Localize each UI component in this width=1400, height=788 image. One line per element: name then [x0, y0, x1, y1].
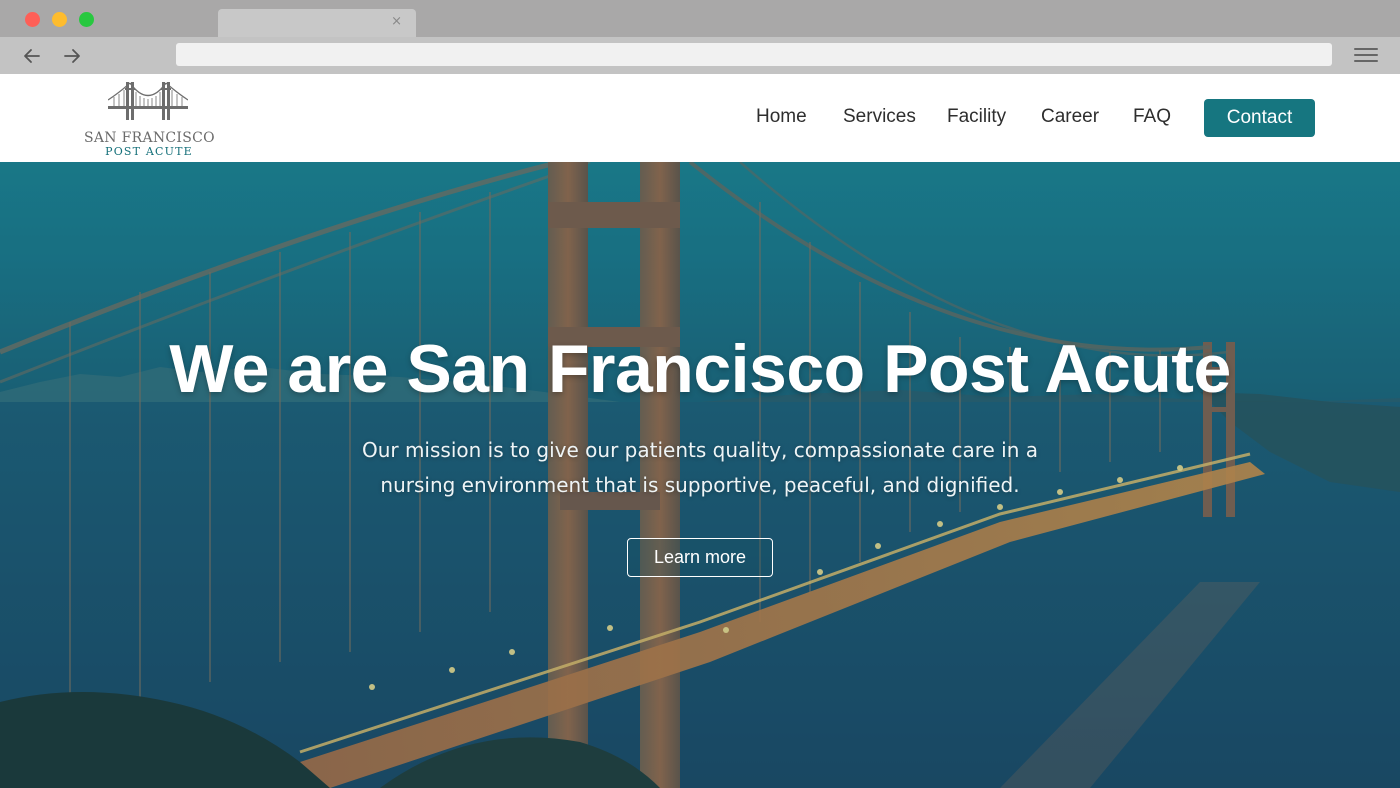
tab-strip: ×: [0, 0, 1400, 37]
nav-faq-link[interactable]: FAQ: [1133, 106, 1171, 128]
maximize-window-button[interactable]: [79, 12, 94, 27]
learn-more-button[interactable]: Learn more: [627, 538, 773, 577]
hamburger-menu-icon[interactable]: [1354, 46, 1378, 64]
site-header: SAN FRANCISCO POST ACUTE Home Services F…: [0, 74, 1400, 162]
hero-mission-text: Our mission is to give our patients qual…: [330, 433, 1070, 503]
hero-title: We are San Francisco Post Acute: [169, 331, 1231, 407]
tab-close-icon[interactable]: ×: [391, 14, 402, 30]
browser-tab[interactable]: ×: [218, 9, 416, 37]
hero-section: We are San Francisco Post Acute Our miss…: [0, 162, 1400, 788]
mission-line-1: Our mission is to give our patients qual…: [361, 438, 1039, 462]
nav-services-link[interactable]: Services: [843, 106, 916, 128]
nav-career-link[interactable]: Career: [1041, 106, 1099, 128]
close-window-button[interactable]: [25, 12, 40, 27]
minimize-window-button[interactable]: [52, 12, 67, 27]
main-navigation: Home Services Facility Career FAQ Contac…: [0, 74, 1400, 162]
browser-chrome: ×: [0, 0, 1400, 74]
mission-line-2: nursing environment that is supportive, …: [380, 473, 1020, 497]
browser-toolbar: [0, 37, 1400, 74]
nav-home-link[interactable]: Home: [756, 106, 807, 128]
nav-facility-link[interactable]: Facility: [947, 106, 1006, 128]
contact-button[interactable]: Contact: [1204, 99, 1315, 137]
address-bar[interactable]: [176, 43, 1332, 66]
back-arrow-icon[interactable]: [21, 45, 43, 67]
forward-arrow-icon[interactable]: [61, 45, 83, 67]
